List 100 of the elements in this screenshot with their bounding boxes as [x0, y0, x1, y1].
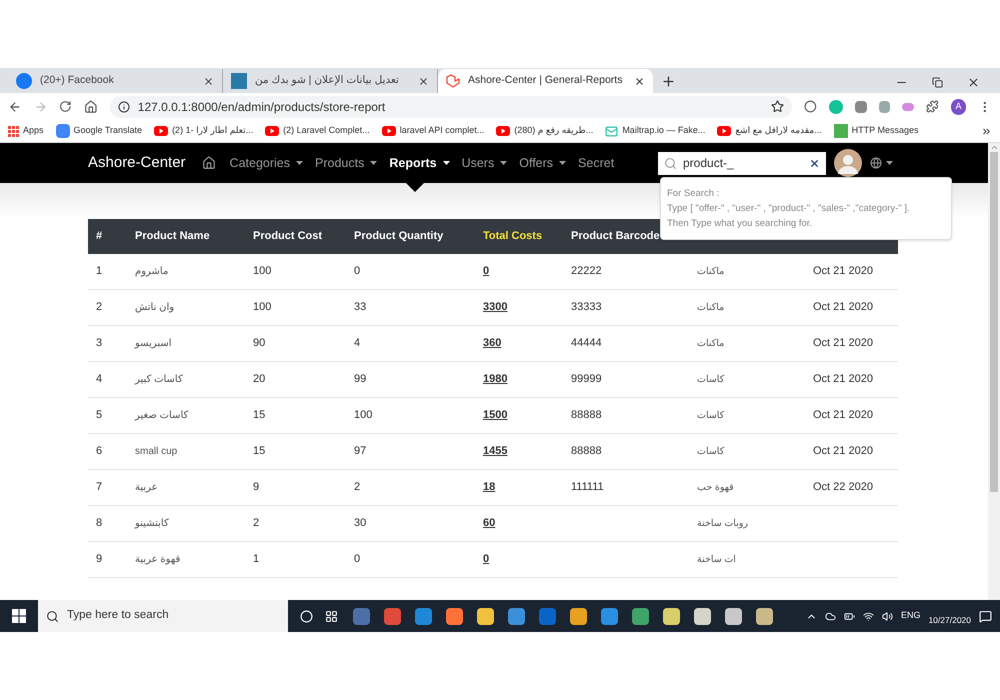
total-cost-link[interactable]: 18	[483, 481, 496, 494]
category-name: كاسات	[697, 446, 724, 458]
close-icon[interactable]	[634, 76, 645, 86]
product-barcode: 88888	[571, 445, 602, 458]
total-cost-link[interactable]: 1500	[483, 409, 508, 422]
apps-grid-icon	[8, 126, 19, 136]
windows-logo-icon[interactable]	[12, 609, 26, 623]
product-cost: 100	[253, 301, 272, 314]
total-cost-link[interactable]: 1980	[483, 373, 508, 386]
date-text: Oct 22 2020	[813, 481, 873, 494]
caret-icon	[559, 161, 566, 165]
category-name: روبات ساخنة	[697, 518, 748, 530]
total-cost-link[interactable]: 3300	[483, 301, 508, 314]
search-field[interactable]: product-_	[658, 152, 826, 174]
bookmark[interactable]: مقدمه لارافل مع اشع...	[717, 124, 822, 138]
product-quantity: 33	[354, 301, 366, 314]
play-icon	[265, 126, 280, 136]
new-tab-icon[interactable]	[661, 74, 676, 89]
bookmark[interactable]: (2) Laravel Complet...	[265, 124, 370, 138]
bookmark[interactable]: Apps	[8, 124, 44, 138]
total-cost-link[interactable]: 0	[483, 553, 490, 566]
battery-icon[interactable]	[844, 610, 855, 622]
nav-menu-item[interactable]: Categories	[224, 143, 309, 183]
date-text: Oct 21 2020	[813, 445, 873, 458]
total-cost-link[interactable]: 60	[483, 517, 496, 530]
task-view-icon[interactable]	[325, 610, 338, 622]
reload-icon[interactable]	[59, 100, 72, 113]
product-name: كاسات صغير	[135, 410, 188, 422]
product-name: ماشروم	[135, 266, 168, 278]
product-barcode: 33333	[571, 301, 602, 314]
clear-icon[interactable]	[809, 158, 820, 168]
home-icon[interactable]	[84, 100, 98, 114]
language-indicator[interactable]: ENG	[900, 609, 920, 623]
clock-date[interactable]: 10/27/2020	[928, 614, 971, 626]
wifi-icon[interactable]	[862, 610, 874, 622]
bookmark[interactable]: HTTP Messages	[834, 124, 919, 138]
total-cost-link[interactable]: 0	[483, 265, 490, 278]
scroll-up-icon[interactable]	[990, 143, 998, 152]
cloud-icon[interactable]	[824, 610, 836, 622]
bookmark[interactable]: (280) طريقه رفع م...	[496, 124, 594, 138]
profile-avatar[interactable]: A	[950, 98, 966, 114]
more-bookmarks-icon[interactable]	[981, 126, 992, 136]
nav-menu-item[interactable]: Offers	[513, 143, 572, 183]
play-icon	[496, 126, 510, 136]
url-text: 127.0.0.1:8000/en/admin/products/store-report	[138, 98, 386, 116]
total-cost-link[interactable]: 360	[483, 337, 502, 350]
date-text: Oct 21 2020	[813, 337, 873, 350]
product-quantity: 2	[354, 481, 360, 494]
product-name: كاسات كبير	[135, 374, 183, 386]
scrollbar[interactable]	[988, 143, 1000, 600]
row-number: 7	[95, 480, 104, 496]
total-cost-link[interactable]: 1455	[483, 445, 508, 458]
product-quantity: 0	[354, 265, 360, 278]
taskbar-search-field[interactable]: Type here to search	[38, 600, 288, 632]
cortana-icon[interactable]	[300, 610, 313, 622]
volume-icon[interactable]	[882, 610, 893, 622]
nav-menu-item[interactable]: Reports	[383, 143, 456, 183]
search-icon	[664, 156, 677, 170]
close-icon[interactable]	[967, 76, 980, 89]
row-number: 4	[95, 372, 104, 388]
star-icon[interactable]	[771, 100, 784, 113]
address-bar[interactable]: 127.0.0.1:8000/en/admin/products/store-report	[110, 96, 792, 118]
product-name: عربية	[135, 482, 158, 494]
search-icon	[46, 610, 59, 622]
column-header: Product Name	[135, 229, 211, 244]
home-icon[interactable]	[202, 156, 216, 170]
brand-name[interactable]: Ashore-Center	[88, 152, 186, 174]
nav-menu-item[interactable]: Users	[456, 143, 514, 183]
product-barcode: 88888	[571, 409, 602, 422]
product-cost: 9	[253, 481, 260, 494]
product-cost: 15	[253, 445, 266, 458]
column-header: Product Cost	[253, 229, 324, 244]
bookmark[interactable]: Mailtrap.io — Fake...	[605, 124, 706, 138]
category-name: ات ساخنة	[697, 554, 736, 566]
play-icon	[717, 126, 732, 136]
caret-icon	[442, 161, 450, 165]
row-number: 8	[95, 516, 104, 532]
help-text: Then Type what you searching for.	[667, 217, 814, 231]
category-name: ماكنات	[697, 266, 724, 278]
close-icon[interactable]	[418, 76, 429, 86]
product-name: كابتشينو	[135, 518, 169, 530]
back-icon[interactable]	[8, 100, 22, 114]
restore-icon[interactable]	[932, 77, 943, 88]
column-header: Product Barcode	[571, 229, 661, 244]
product-cost: 90	[253, 337, 266, 350]
avatar-icon[interactable]	[834, 149, 862, 177]
extensions-icon[interactable]	[926, 100, 939, 113]
help-text: For Search :	[667, 187, 720, 201]
nav-menu-item[interactable]: Secret	[572, 143, 620, 183]
bookmark[interactable]: (2) 1- تعلم اطار لارا...	[154, 124, 254, 138]
product-cost: 20	[253, 373, 266, 386]
notifications-icon[interactable]	[979, 610, 992, 622]
scroll-thumb[interactable]	[990, 152, 998, 492]
bookmark[interactable]: Google Translate	[56, 124, 142, 138]
close-icon[interactable]	[203, 76, 214, 86]
browser-tab[interactable]: Ashore-Center | General-Reports	[438, 69, 653, 93]
bookmark[interactable]: laravel API complet...	[382, 124, 484, 138]
nav-menu-item[interactable]: Products	[309, 143, 384, 183]
help-text: Type [ "offer-" , "user-" , "product-" , "sales-" ,"category-" ].	[667, 202, 911, 216]
language-menu[interactable]	[870, 157, 893, 169]
